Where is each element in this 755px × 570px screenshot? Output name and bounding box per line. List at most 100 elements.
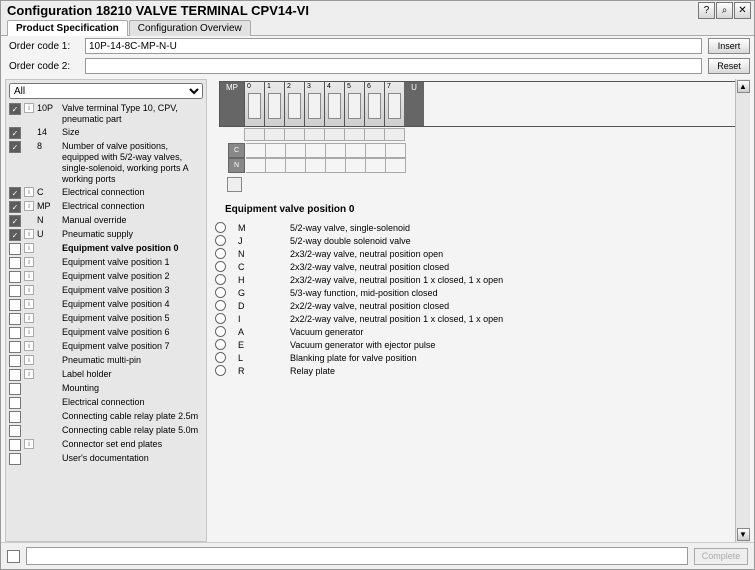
checkbox-icon[interactable]: ✓	[9, 187, 21, 199]
checkbox-icon[interactable]	[9, 453, 21, 465]
radio-icon[interactable]	[215, 326, 226, 337]
slot-u[interactable]: U	[404, 82, 424, 126]
checkbox-icon[interactable]	[9, 425, 21, 437]
config-row[interactable]: iEquipment valve position 7	[9, 340, 203, 354]
slot-mp[interactable]: MP	[220, 82, 245, 126]
slot-2[interactable]: 2	[285, 82, 305, 126]
close-icon[interactable]: ✕	[734, 2, 751, 19]
slot-5[interactable]: 5	[345, 82, 365, 126]
checkbox-icon[interactable]	[9, 355, 21, 367]
checkbox-icon[interactable]	[9, 341, 21, 353]
radio-icon[interactable]	[215, 222, 226, 233]
config-row[interactable]: iEquipment valve position 4	[9, 298, 203, 312]
option-row[interactable]: M5/2-way valve, single-solenoid	[215, 221, 750, 234]
info-icon[interactable]: i	[24, 341, 34, 351]
tab-config-overview[interactable]: Configuration Overview	[129, 20, 251, 36]
radio-icon[interactable]	[215, 339, 226, 350]
config-row[interactable]: iEquipment valve position 6	[9, 326, 203, 340]
radio-icon[interactable]	[215, 235, 226, 246]
config-row[interactable]: Connecting cable relay plate 5.0m	[9, 424, 203, 438]
info-icon[interactable]: i	[24, 439, 34, 449]
option-row[interactable]: J5/2-way double solenoid valve	[215, 234, 750, 247]
scroll-down-icon[interactable]: ▼	[737, 528, 750, 541]
option-row[interactable]: D2x2/2-way valve, neutral position close…	[215, 299, 750, 312]
scroll-up-icon[interactable]: ▲	[737, 80, 750, 93]
config-row[interactable]: iPneumatic multi-pin	[9, 354, 203, 368]
config-row[interactable]: Electrical connection	[9, 396, 203, 410]
footer-input[interactable]	[26, 547, 688, 565]
option-row[interactable]: I2x2/2-way valve, neutral position 1 x c…	[215, 312, 750, 325]
checkbox-icon[interactable]: ✓	[9, 201, 21, 213]
help-icon[interactable]: ?	[698, 2, 715, 19]
option-row[interactable]: RRelay plate	[215, 364, 750, 377]
option-row[interactable]: LBlanking plate for valve position	[215, 351, 750, 364]
config-row[interactable]: iEquipment valve position 2	[9, 270, 203, 284]
config-row[interactable]: ✓14Size	[9, 126, 203, 140]
footer-checkbox[interactable]	[7, 550, 20, 563]
order-code-2-input[interactable]	[85, 58, 702, 74]
config-row[interactable]: ✓iCElectrical connection	[9, 186, 203, 200]
option-row[interactable]: G5/3-way function, mid-position closed	[215, 286, 750, 299]
radio-icon[interactable]	[215, 365, 226, 376]
slot-3[interactable]: 3	[305, 82, 325, 126]
slot-7[interactable]: 7	[385, 82, 404, 126]
info-icon[interactable]: i	[24, 313, 34, 323]
info-icon[interactable]: i	[24, 201, 34, 211]
info-icon[interactable]: i	[24, 187, 34, 197]
order-code-1-input[interactable]	[85, 38, 702, 54]
checkbox-icon[interactable]: ✓	[9, 215, 21, 227]
config-row[interactable]: User's documentation	[9, 452, 203, 466]
checkbox-icon[interactable]	[9, 411, 21, 423]
insert-button[interactable]: Insert	[708, 38, 750, 54]
info-icon[interactable]: i	[24, 355, 34, 365]
info-icon[interactable]: i	[24, 229, 34, 239]
radio-icon[interactable]	[215, 248, 226, 259]
slot-0[interactable]: 0	[245, 82, 265, 126]
config-row[interactable]: Mounting	[9, 382, 203, 396]
checkbox-icon[interactable]	[9, 243, 21, 255]
checkbox-icon[interactable]	[9, 383, 21, 395]
reset-button[interactable]: Reset	[708, 58, 750, 74]
scrollbar[interactable]: ▲ ▼	[735, 79, 750, 542]
config-row[interactable]: iEquipment valve position 1	[9, 256, 203, 270]
tab-product-spec[interactable]: Product Specification	[7, 20, 128, 36]
option-row[interactable]: N2x3/2-way valve, neutral position open	[215, 247, 750, 260]
checkbox-icon[interactable]	[9, 313, 21, 325]
config-row[interactable]: ✓8Number of valve positions, equipped wi…	[9, 140, 203, 186]
config-row[interactable]: ✓iMPElectrical connection	[9, 200, 203, 214]
config-row[interactable]: ✓i10PValve terminal Type 10, CPV, pneuma…	[9, 102, 203, 126]
checkbox-icon[interactable]	[9, 271, 21, 283]
filter-select[interactable]: All	[9, 83, 203, 99]
config-row[interactable]: iEquipment valve position 0	[9, 242, 203, 256]
info-icon[interactable]: i	[24, 243, 34, 253]
checkbox-icon[interactable]: ✓	[9, 229, 21, 241]
slot-4[interactable]: 4	[325, 82, 345, 126]
radio-icon[interactable]	[215, 352, 226, 363]
radio-icon[interactable]	[215, 300, 226, 311]
info-icon[interactable]: i	[24, 103, 34, 113]
radio-icon[interactable]	[215, 261, 226, 272]
checkbox-icon[interactable]: ✓	[9, 141, 21, 153]
checkbox-icon[interactable]	[9, 327, 21, 339]
radio-icon[interactable]	[215, 287, 226, 298]
info-icon[interactable]: i	[24, 299, 34, 309]
slot-1[interactable]: 1	[265, 82, 285, 126]
config-row[interactable]: iEquipment valve position 3	[9, 284, 203, 298]
config-row[interactable]: iEquipment valve position 5	[9, 312, 203, 326]
config-row[interactable]: ✓NManual override	[9, 214, 203, 228]
radio-icon[interactable]	[215, 274, 226, 285]
radio-icon[interactable]	[215, 313, 226, 324]
checkbox-icon[interactable]	[9, 439, 21, 451]
checkbox-icon[interactable]: ✓	[9, 127, 21, 139]
info-icon[interactable]: i	[24, 327, 34, 337]
info-icon[interactable]: i	[24, 271, 34, 281]
info-icon[interactable]: i	[24, 369, 34, 379]
diagram-extra-box[interactable]	[227, 177, 242, 192]
info-icon[interactable]: i	[24, 285, 34, 295]
checkbox-icon[interactable]	[9, 299, 21, 311]
option-row[interactable]: C2x3/2-way valve, neutral position close…	[215, 260, 750, 273]
option-row[interactable]: AVacuum generator	[215, 325, 750, 338]
info-icon[interactable]: i	[24, 257, 34, 267]
checkbox-icon[interactable]	[9, 285, 21, 297]
config-row[interactable]: iConnector set end plates	[9, 438, 203, 452]
